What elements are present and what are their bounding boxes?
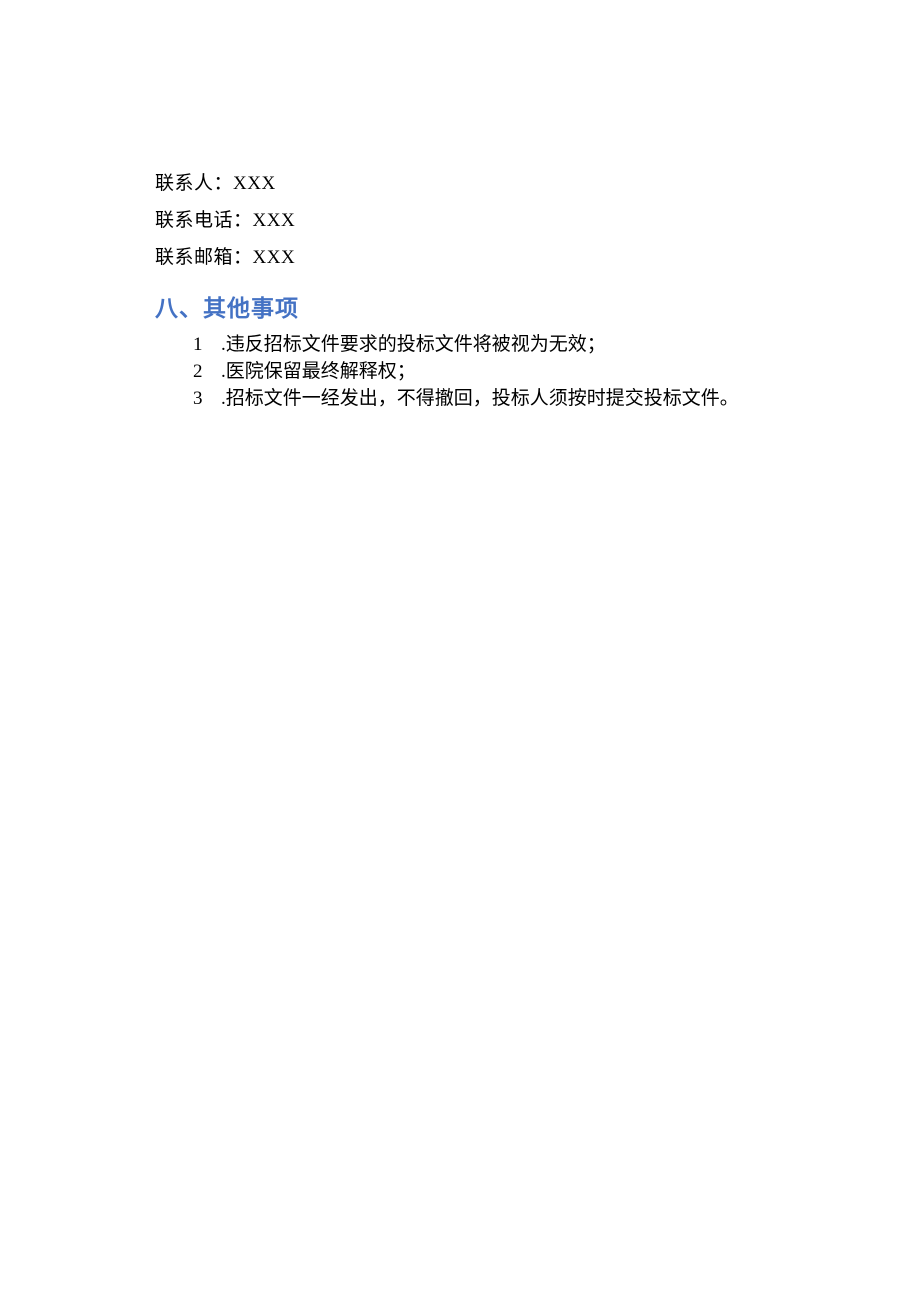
list-item-text: .招标文件一经发出，不得撤回，投标人须按时提交投标文件。 [221,385,790,412]
list-item-text: .违反招标文件要求的投标文件将被视为无效； [221,331,790,358]
contact-phone: 联系电话：XXX [155,202,790,239]
list-item: 2 .医院保留最终解释权； [193,358,790,385]
list-item-number: 3 [193,385,221,412]
contact-person-label: 联系人： [155,173,233,194]
contact-phone-label: 联系电话： [155,210,253,231]
list-item-number: 2 [193,358,221,385]
list-item: 3 .招标文件一经发出，不得撤回，投标人须按时提交投标文件。 [193,385,790,412]
list-item-number: 1 [193,331,221,358]
contact-person-value: XXX [233,173,276,194]
contact-email-value: XXX [253,247,296,268]
contact-phone-value: XXX [253,210,296,231]
list-item: 1 .违反招标文件要求的投标文件将被视为无效； [193,331,790,358]
section-heading-other-matters: 八、其他事项 [155,289,790,323]
contact-email: 联系邮箱：XXX [155,239,790,276]
list-item-text: .医院保留最终解释权； [221,358,790,385]
contact-person: 联系人：XXX [155,165,790,202]
other-matters-list: 1 .违反招标文件要求的投标文件将被视为无效； 2 .医院保留最终解释权； 3 … [155,331,790,412]
contact-email-label: 联系邮箱： [155,247,253,268]
